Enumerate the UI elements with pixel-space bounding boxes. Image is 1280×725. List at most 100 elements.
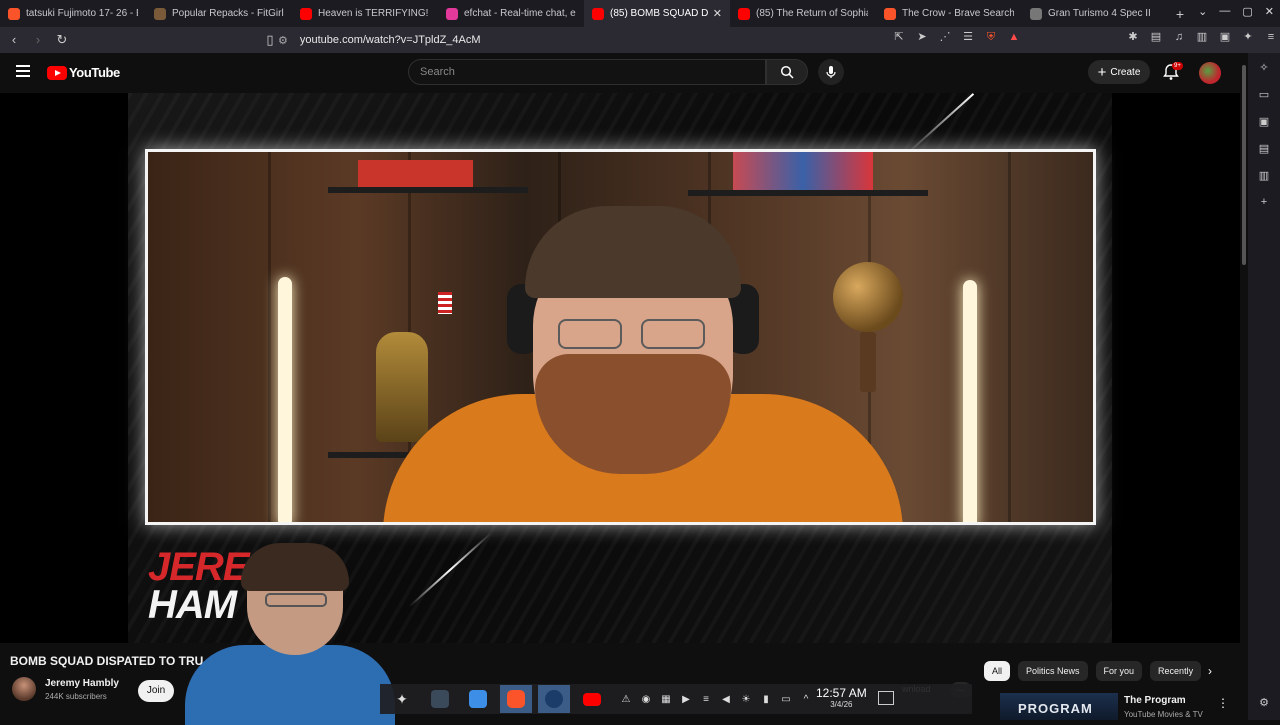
gt-icon: [1030, 7, 1042, 20]
open-external-icon[interactable]: ⇱: [892, 30, 906, 44]
brave-shield-icon[interactable]: ⛨: [984, 30, 998, 44]
voice-search-button[interactable]: [818, 59, 844, 85]
globe: [833, 262, 903, 332]
browser-tab[interactable]: Gran Turismo 4 Spec II: [1022, 0, 1168, 27]
recommendation-thumbnail[interactable]: PROGRAM: [1000, 693, 1118, 720]
file-manager-icon: [469, 690, 487, 708]
settings-icon[interactable]: ⚙: [1259, 696, 1269, 709]
search-button[interactable]: [766, 59, 808, 85]
forward-icon[interactable]: ›: [28, 30, 48, 50]
taskbar-app[interactable]: [500, 685, 532, 713]
brave-icon: [507, 690, 525, 708]
youtube-icon: [592, 7, 604, 20]
wallet-icon[interactable]: ▣: [1259, 115, 1269, 128]
bookmark-icon[interactable]: ▯: [260, 30, 280, 50]
leo-ai-icon[interactable]: ✦: [1241, 30, 1255, 44]
taskbar-app[interactable]: [424, 685, 456, 713]
clipboard-icon[interactable]: ▦: [660, 694, 672, 705]
rewards-icon[interactable]: ▲: [1007, 30, 1021, 44]
join-button[interactable]: Join: [138, 680, 174, 702]
taskbar-clock[interactable]: 12:57 AM 3/4/26: [816, 686, 867, 709]
minimize-icon[interactable]: —: [1219, 5, 1230, 18]
hamburger-menu-icon[interactable]: [16, 65, 30, 77]
maximize-icon[interactable]: ▢: [1242, 5, 1252, 18]
close-window-icon[interactable]: ✕: [1265, 5, 1274, 18]
tray-icon[interactable]: ⚠: [620, 694, 632, 705]
chip-all[interactable]: All: [984, 661, 1011, 681]
steam-icon: [545, 690, 563, 708]
taskbar-app[interactable]: ✦: [386, 685, 418, 713]
chevron-right-icon[interactable]: ›: [1208, 664, 1212, 678]
brave-icon: [884, 7, 896, 20]
volume-icon[interactable]: ◀: [720, 694, 732, 705]
chat-icon: [446, 7, 458, 20]
bookmarks-icon[interactable]: ▤: [1259, 142, 1269, 155]
sidebar-toggle-icon[interactable]: ▤: [1149, 30, 1163, 44]
video-webcam-frame: [145, 149, 1096, 525]
chip-recently[interactable]: Recently: [1150, 661, 1202, 681]
media-player-icon[interactable]: ▶: [680, 694, 692, 705]
page-scrollbar[interactable]: [1240, 53, 1248, 720]
close-tab-icon[interactable]: ✕: [713, 7, 722, 20]
browser-tab[interactable]: tatsuki Fujimoto 17- 26 - Br: [0, 0, 146, 27]
reading-list-icon[interactable]: ▥: [1259, 169, 1269, 182]
send-icon[interactable]: ➤: [915, 30, 929, 44]
taskbar-app[interactable]: [462, 685, 494, 713]
create-button[interactable]: + Create: [1088, 60, 1150, 84]
webcam-overlay: [185, 543, 405, 725]
chat-icon[interactable]: ▭: [1259, 88, 1269, 101]
chip-politics-news[interactable]: Politics News: [1018, 661, 1088, 681]
reload-icon[interactable]: ↻: [52, 30, 72, 50]
taskbar-app[interactable]: [538, 685, 570, 713]
browser-tab[interactable]: The Crow - Brave Search: [876, 0, 1022, 27]
channel-avatar[interactable]: [12, 677, 36, 701]
video-title: BOMB SQUAD DISPATED TO TRU: [10, 654, 204, 668]
site-info-icon[interactable]: ⚙: [278, 34, 288, 47]
streamer: [383, 184, 903, 522]
add-panel-icon[interactable]: +: [1261, 196, 1267, 208]
leo-icon[interactable]: ☰: [961, 30, 975, 44]
more-vert-icon[interactable]: ⋮: [1217, 696, 1229, 710]
subscriber-count: 244K subscribers: [45, 692, 107, 701]
wallet-icon[interactable]: ▣: [1218, 30, 1232, 44]
chip-for-you[interactable]: For you: [1095, 661, 1143, 681]
os-taskbar: ✦ ⚠ ◉ ▦ ▶ ≡ ◀ ☀ ▮ ▭ ^ 12:57 AM 3/4/26: [380, 684, 972, 714]
back-icon[interactable]: ‹: [4, 30, 24, 50]
browser-tab-bar: tatsuki Fujimoto 17- 26 - Br Popular Rep…: [0, 0, 1280, 27]
plus-icon: +: [1097, 63, 1107, 81]
address-bar: ‹ › ↻ ▯ ⚙ youtube.com/watch?v=JTpldZ_4Ac…: [0, 27, 1280, 53]
youtube-icon: [583, 692, 601, 706]
brightness-icon[interactable]: ☀: [740, 694, 752, 705]
system-tray: ⚠ ◉ ▦ ▶ ≡ ◀ ☀ ▮ ▭ ^: [620, 694, 812, 705]
extensions-icon[interactable]: ✱: [1126, 30, 1140, 44]
rss-icon[interactable]: ⋰: [938, 30, 952, 44]
avatar[interactable]: [1199, 62, 1221, 84]
search-input[interactable]: Search: [408, 59, 766, 85]
leo-icon[interactable]: ✧: [1259, 61, 1268, 74]
notes-icon[interactable]: ≡: [700, 694, 712, 705]
show-hidden-icon[interactable]: ^: [800, 694, 812, 705]
recommendation-title[interactable]: The Program: [1124, 695, 1186, 706]
youtube-icon: [300, 7, 312, 20]
network-icon[interactable]: ▭: [780, 694, 792, 705]
steam-tray-icon[interactable]: ◉: [640, 694, 652, 705]
task-manager-icon: [431, 690, 449, 708]
media-icon[interactable]: ♫: [1172, 30, 1186, 44]
new-tab-icon[interactable]: +: [1168, 6, 1192, 22]
taskbar-app[interactable]: [576, 685, 608, 713]
app-launcher-icon: ✦: [396, 690, 408, 707]
browser-tab[interactable]: Popular Repacks - FitGirl Re: [146, 0, 292, 27]
chevron-down-icon[interactable]: ⌄: [1198, 5, 1207, 18]
battery-icon[interactable]: ▮: [760, 694, 772, 705]
search-icon: [780, 65, 794, 79]
youtube-header: YouTube Search + Create 9+: [0, 53, 1240, 93]
channel-name[interactable]: Jeremy Hambly: [45, 678, 119, 689]
browser-tab[interactable]: efchat - Real-time chat, em: [438, 0, 584, 27]
split-view-icon[interactable]: ▥: [1195, 30, 1209, 44]
show-desktop-icon[interactable]: [878, 691, 894, 705]
youtube-logo[interactable]: YouTube: [47, 65, 120, 80]
menu-icon[interactable]: ≡: [1264, 30, 1278, 44]
browser-tab[interactable]: (85) The Return of Sophia: T: [730, 0, 876, 27]
browser-tab-active[interactable]: (85) BOMB SQUAD D ✕: [584, 0, 730, 27]
browser-tab[interactable]: Heaven is TERRIFYING! - Yo: [292, 0, 438, 27]
